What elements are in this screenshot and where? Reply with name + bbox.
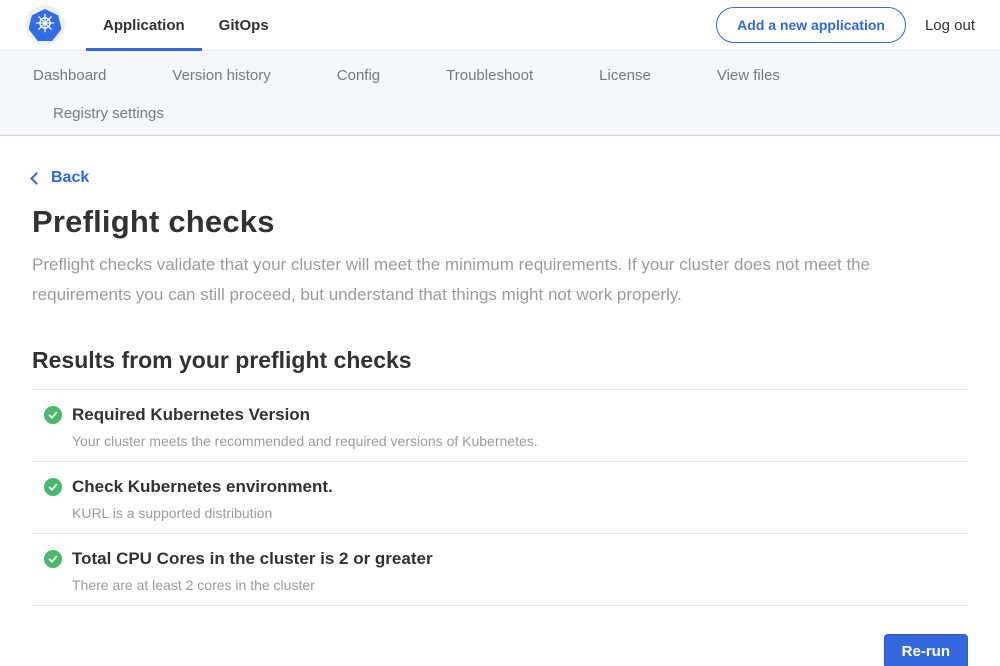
preflight-results-list: Required Kubernetes Version Your cluster…	[32, 389, 968, 606]
page-title: Preflight checks	[32, 204, 968, 240]
add-new-application-button[interactable]: Add a new application	[716, 7, 906, 43]
page-description: Preflight checks validate that your clus…	[32, 250, 957, 310]
check-title: Check Kubernetes environment.	[72, 477, 333, 497]
results-title: Results from your preflight checks	[32, 347, 968, 374]
check-description: Your cluster meets the recommended and r…	[72, 433, 968, 449]
preflight-check-row: Total CPU Cores in the cluster is 2 or g…	[32, 533, 968, 605]
helm-wheel-icon	[34, 12, 56, 39]
app-subnav: Dashboard Version history Config Trouble…	[0, 51, 1000, 136]
check-pass-icon	[44, 550, 62, 568]
check-title: Total CPU Cores in the cluster is 2 or g…	[72, 549, 433, 569]
subnav-row-2: Registry settings	[0, 101, 1000, 127]
subnav-item-registry-settings[interactable]: Registry settings	[53, 101, 164, 127]
subnav-item-config[interactable]: Config	[337, 63, 380, 89]
check-description: There are at least 2 cores in the cluste…	[72, 577, 968, 593]
check-title: Required Kubernetes Version	[72, 405, 310, 425]
subnav-row-1: Dashboard Version history Config Trouble…	[0, 63, 1000, 89]
preflight-check-row: Required Kubernetes Version Your cluster…	[32, 389, 968, 461]
check-header: Total CPU Cores in the cluster is 2 or g…	[44, 549, 968, 569]
back-link[interactable]: Back	[32, 169, 89, 187]
check-pass-icon	[44, 478, 62, 496]
tab-application[interactable]: Application	[86, 0, 202, 50]
rerun-button[interactable]: Re-run	[884, 634, 968, 666]
subnav-item-view-files[interactable]: View files	[717, 63, 780, 89]
subnav-item-license[interactable]: License	[599, 63, 651, 89]
actions-bar: Re-run	[32, 634, 968, 666]
subnav-item-version-history[interactable]: Version history	[172, 63, 270, 89]
chevron-left-icon	[30, 172, 43, 185]
preflight-content: Back Preflight checks Preflight checks v…	[0, 136, 1000, 666]
check-description: KURL is a supported distribution	[72, 505, 968, 521]
subnav-item-dashboard[interactable]: Dashboard	[33, 63, 106, 89]
back-link-label: Back	[51, 169, 89, 187]
check-header: Required Kubernetes Version	[44, 405, 968, 425]
kubernetes-heptagon	[29, 9, 62, 41]
preflight-check-row: Check Kubernetes environment. KURL is a …	[32, 461, 968, 533]
subnav-item-troubleshoot[interactable]: Troubleshoot	[446, 63, 533, 89]
primary-tabs: Application GitOps	[86, 0, 286, 50]
tab-gitops-label: GitOps	[219, 17, 269, 34]
check-header: Check Kubernetes environment.	[44, 477, 968, 497]
kubernetes-logo	[25, 5, 65, 45]
top-navbar: Application GitOps Add a new application…	[0, 0, 1000, 51]
tab-gitops[interactable]: GitOps	[202, 0, 286, 50]
logout-link[interactable]: Log out	[925, 17, 975, 34]
tab-application-label: Application	[103, 17, 185, 34]
check-pass-icon	[44, 406, 62, 424]
